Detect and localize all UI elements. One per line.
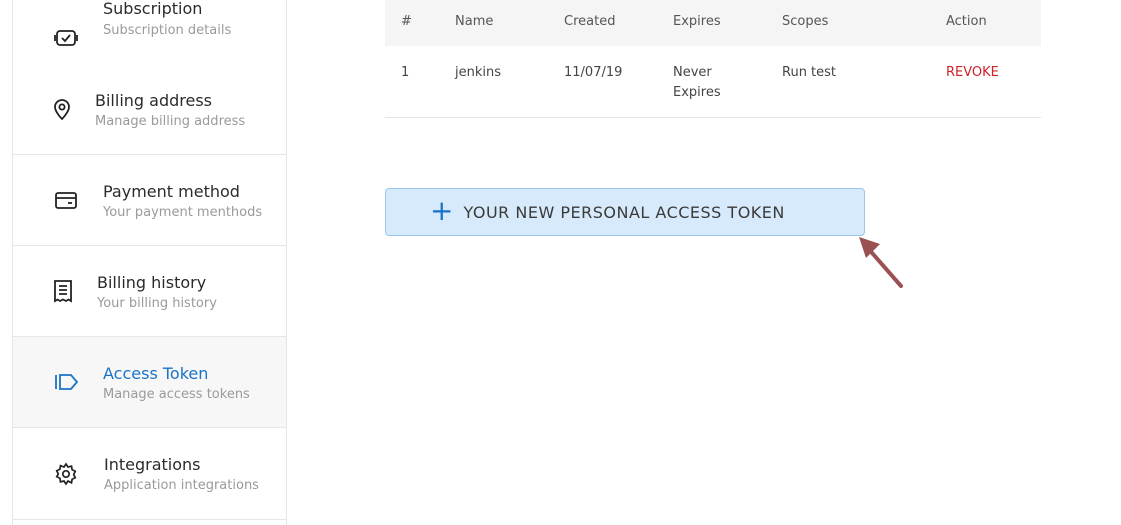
sidebar-item-payment-method[interactable]: Payment method Your payment menthods	[13, 155, 286, 246]
plus-icon: +	[430, 193, 454, 227]
token-expires-line1: Never	[673, 65, 712, 80]
receipt-icon	[49, 277, 77, 305]
token-expires-line2: Expires	[673, 85, 721, 100]
sidebar-item-title: Billing address	[95, 91, 212, 110]
sidebar-item-title: Payment method	[103, 182, 240, 201]
token-tag-icon	[52, 368, 80, 396]
new-personal-access-token-button[interactable]: + YOUR NEW PERSONAL ACCESS TOKEN	[385, 188, 865, 236]
token-created: 11/07/19	[564, 65, 623, 80]
column-header-action: Action	[946, 14, 987, 29]
sidebar-item-billing-history[interactable]: Billing history Your billing history	[13, 246, 286, 337]
subscription-icon	[52, 24, 80, 52]
sidebar-item-integrations[interactable]: Integrations Application integrations	[13, 429, 286, 520]
location-pin-icon	[48, 95, 76, 123]
column-header-index: #	[401, 14, 412, 29]
revoke-button[interactable]: REVOKE	[946, 63, 999, 83]
access-token-table: # Name Created Expires Scopes Action 1 j…	[385, 0, 1041, 118]
column-header-name: Name	[455, 14, 494, 29]
credit-card-icon	[52, 186, 80, 214]
sidebar-item-subtitle: Manage billing address	[95, 114, 246, 129]
sidebar-item-subtitle: Your payment menthods	[103, 205, 263, 220]
token-scopes: Run test	[782, 65, 837, 80]
sidebar-item-billing-address[interactable]: Billing address Manage billing address	[13, 64, 286, 155]
column-header-created: Created	[564, 14, 616, 29]
sidebar-item-subtitle: Application integrations	[104, 478, 259, 493]
settings-sidebar: Subscription Subscription details Billin…	[12, 0, 287, 525]
sidebar-item-subtitle: Manage access tokens	[103, 387, 250, 402]
row-index: 1	[401, 65, 410, 80]
column-header-expires: Expires	[673, 14, 721, 29]
sidebar-item-title: Subscription	[103, 0, 203, 18]
integrations-gear-icon	[52, 460, 80, 488]
annotation-arrow-icon	[859, 237, 903, 288]
sidebar-item-title: Billing history	[97, 273, 207, 292]
sidebar-item-subtitle: Subscription details	[103, 23, 232, 38]
sidebar-item-title: Integrations	[104, 455, 201, 474]
sidebar-item-subtitle: Your billing history	[97, 296, 217, 311]
token-name: jenkins	[455, 65, 502, 80]
table-row: 1 jenkins 11/07/19 Never Expires Run tes…	[385, 46, 1041, 118]
sidebar-item-access-token[interactable]: Access Token Manage access tokens	[13, 337, 286, 428]
sidebar-item-subscription[interactable]: Subscription Subscription details	[13, 0, 286, 71]
column-header-scopes: Scopes	[782, 14, 829, 29]
new-token-button-label: YOUR NEW PERSONAL ACCESS TOKEN	[463, 202, 785, 222]
table-header: # Name Created Expires Scopes Action	[385, 0, 1041, 46]
sidebar-item-title: Access Token	[103, 364, 209, 383]
